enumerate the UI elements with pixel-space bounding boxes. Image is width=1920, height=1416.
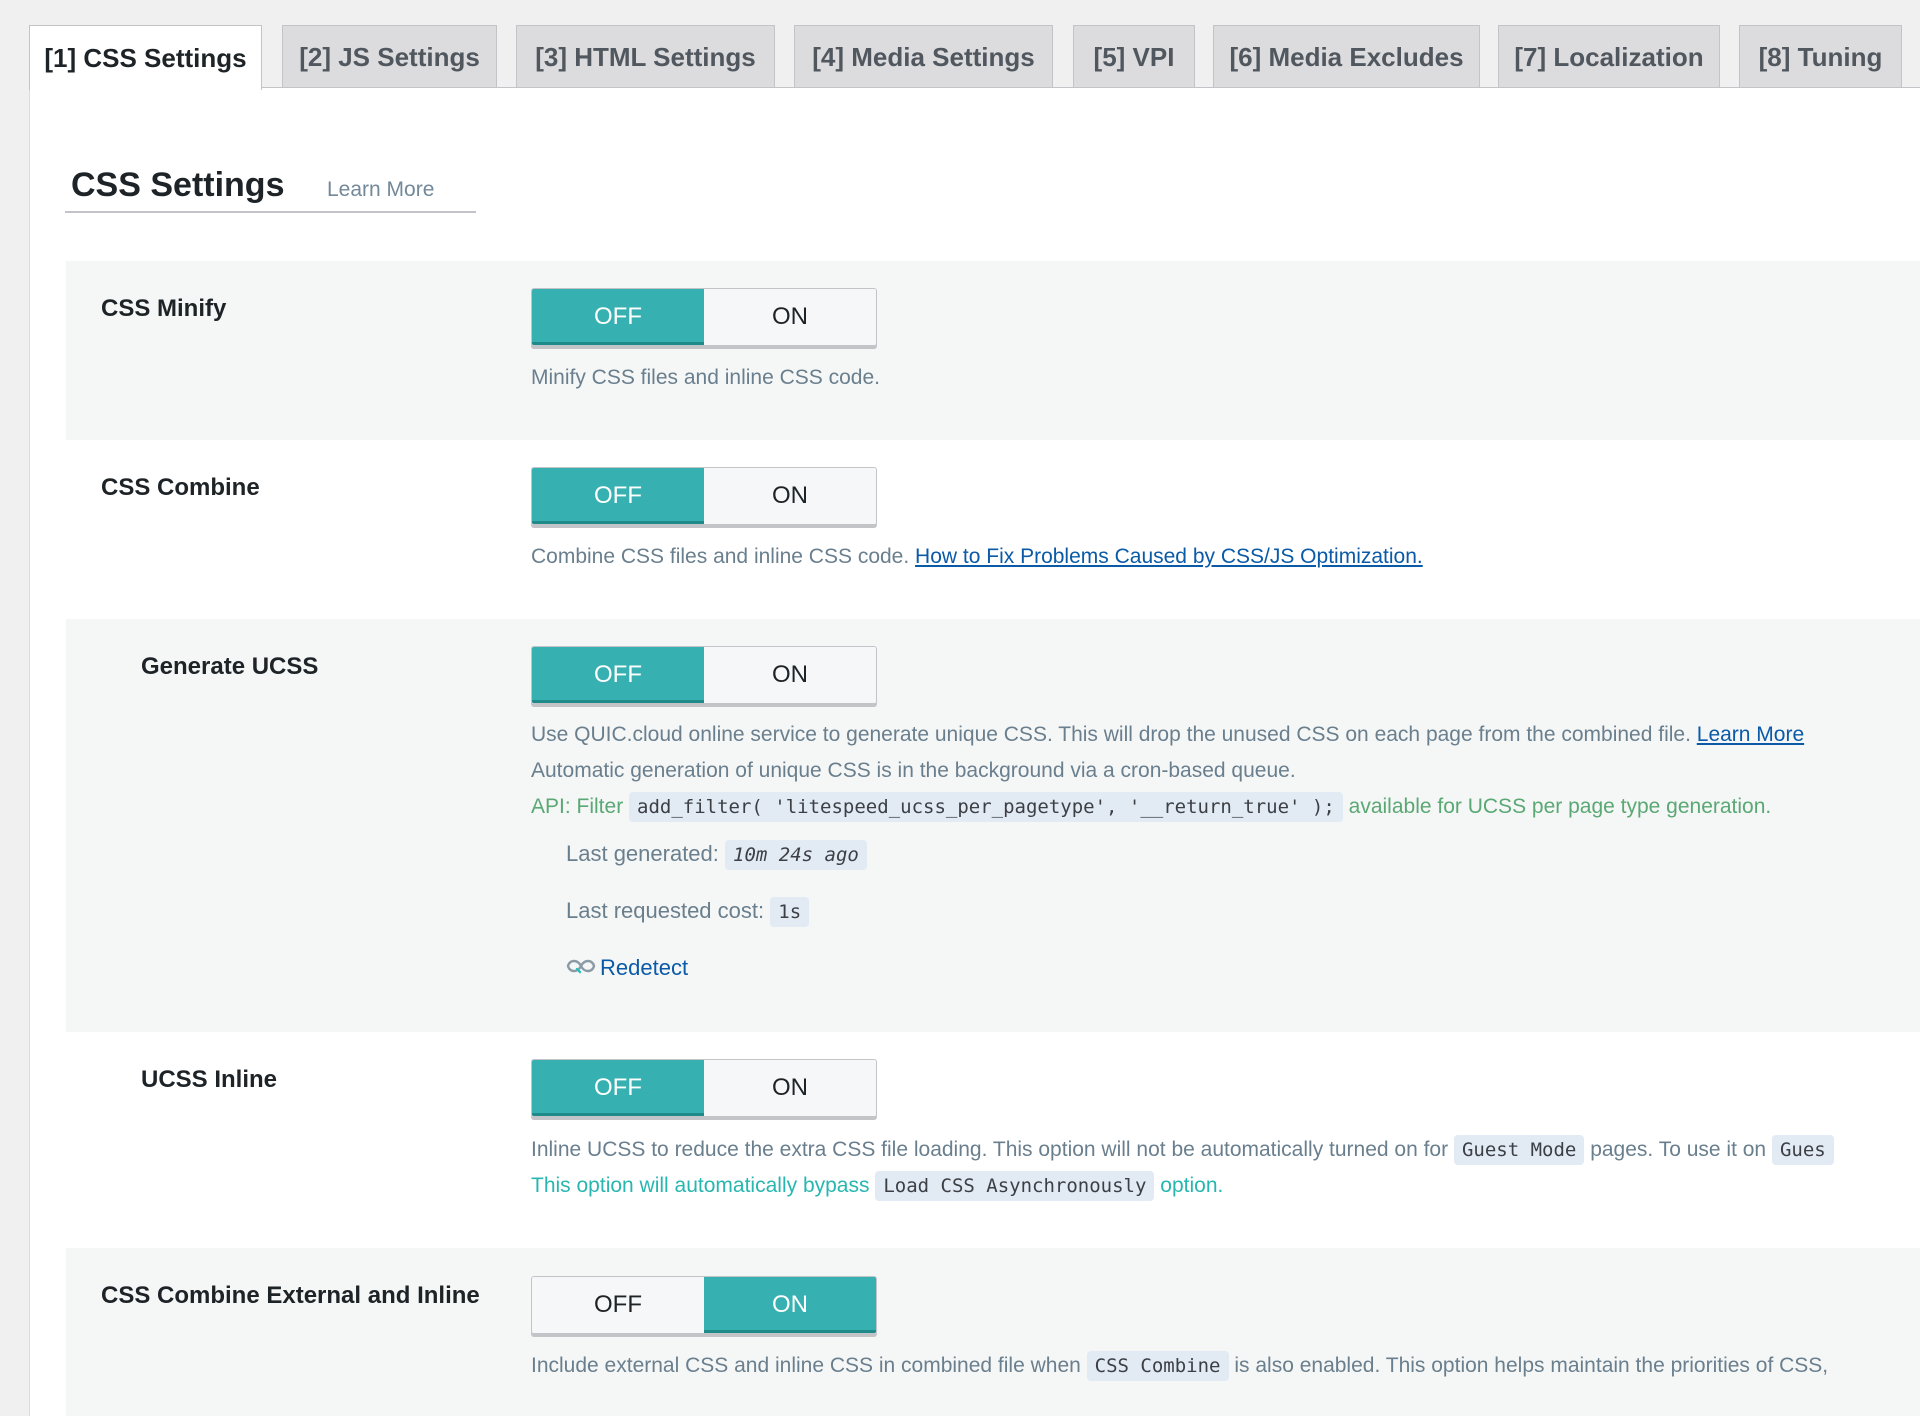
- setting-description: Combine CSS files and inline CSS code. H…: [531, 539, 1423, 574]
- tab-media-settings[interactable]: [4] Media Settings: [794, 25, 1053, 88]
- page-title: CSS Settings: [71, 166, 285, 204]
- fix-problems-link[interactable]: How to Fix Problems Caused by CSS/JS Opt…: [915, 545, 1423, 568]
- ucss-learn-more-link[interactable]: Learn More: [1697, 723, 1804, 746]
- tab-tuning[interactable]: [8] Tuning: [1739, 25, 1902, 88]
- setting-row-ucss-inline: UCSS Inline OFF ON Inline UCSS to reduce…: [66, 1032, 1920, 1248]
- setting-label: CSS Combine: [101, 474, 260, 501]
- setting-label: Generate UCSS: [141, 653, 319, 680]
- bypass-note: This option will automatically bypass Lo…: [531, 1168, 1223, 1204]
- toggle-on-option[interactable]: ON: [704, 289, 876, 345]
- tab-localization[interactable]: [7] Localization: [1498, 25, 1720, 88]
- css-combine-external-inline-toggle[interactable]: OFF ON: [531, 1276, 877, 1334]
- last-cost-value: 1s: [770, 897, 810, 927]
- guest-mode-code: Guest Mode: [1453, 1135, 1585, 1165]
- ucss-inline-toggle[interactable]: OFF ON: [531, 1059, 877, 1117]
- load-css-async-code: Load CSS Asynchronously: [875, 1171, 1155, 1201]
- tab-js-settings[interactable]: [2] JS Settings: [282, 25, 497, 88]
- toggle-off-option[interactable]: OFF: [532, 289, 704, 345]
- description-text: is also enabled. This option helps maint…: [1234, 1354, 1829, 1377]
- description-text: Inline UCSS to reduce the extra CSS file…: [531, 1138, 1449, 1161]
- api-filter-code: add_filter( 'litespeed_ucss_per_pagetype…: [629, 792, 1343, 822]
- css-combine-code: CSS Combine: [1086, 1351, 1229, 1381]
- bypass-note-suffix: option.: [1160, 1174, 1224, 1197]
- toggle-off-option[interactable]: OFF: [532, 1277, 704, 1333]
- settings-tab-bar: [1] CSS Settings [2] JS Settings [3] HTM…: [0, 0, 1920, 90]
- redetect-label: Redetect: [600, 955, 689, 980]
- setting-row-css-combine-external-inline: CSS Combine External and Inline OFF ON I…: [66, 1248, 1920, 1416]
- last-generated-label: Last generated:: [566, 841, 719, 866]
- api-filter-note: API: Filter add_filter( 'litespeed_ucss_…: [531, 789, 1771, 825]
- css-combine-toggle[interactable]: OFF ON: [531, 467, 877, 525]
- cron-queue-note: Automatic generation of unique CSS is in…: [531, 759, 1296, 782]
- toggle-on-option[interactable]: ON: [704, 1277, 876, 1333]
- description-text: Combine CSS files and inline CSS code.: [531, 545, 910, 568]
- setting-label: CSS Minify: [101, 295, 227, 322]
- setting-description: Minify CSS files and inline CSS code.: [531, 366, 880, 389]
- last-cost-label: Last requested cost:: [566, 898, 765, 923]
- api-prefix: API: Filter: [531, 795, 624, 818]
- setting-row-css-minify: CSS Minify OFF ON Minify CSS files and i…: [66, 261, 1920, 440]
- redetect-button[interactable]: Redetect: [566, 955, 688, 981]
- css-minify-toggle[interactable]: OFF ON: [531, 288, 877, 346]
- last-generated-value: 10m 24s ago: [725, 840, 867, 870]
- description-text: Use QUIC.cloud online service to generat…: [531, 723, 1691, 746]
- last-generated: Last generated: 10m 24s ago: [566, 840, 867, 870]
- tab-vpi[interactable]: [5] VPI: [1073, 25, 1195, 88]
- toggle-off-option[interactable]: OFF: [532, 647, 704, 703]
- last-requested-cost: Last requested cost: 1s: [566, 897, 810, 927]
- setting-row-css-combine: CSS Combine OFF ON Combine CSS files and…: [66, 440, 1920, 619]
- guest-code-truncated: Gues: [1771, 1135, 1834, 1165]
- tab-html-settings[interactable]: [3] HTML Settings: [516, 25, 775, 88]
- toggle-off-option[interactable]: OFF: [532, 1060, 704, 1116]
- description-text: pages. To use it on: [1590, 1138, 1767, 1161]
- toggle-off-option[interactable]: OFF: [532, 468, 704, 524]
- setting-label: UCSS Inline: [141, 1066, 278, 1093]
- setting-row-generate-ucss: Generate UCSS OFF ON Use QUIC.cloud onli…: [66, 619, 1920, 1032]
- tab-css-settings[interactable]: [1] CSS Settings: [29, 25, 262, 90]
- section-heading: CSS Settings Learn More: [65, 160, 476, 213]
- learn-more-link[interactable]: Learn More: [327, 178, 434, 202]
- setting-description: Include external CSS and inline CSS in c…: [531, 1348, 1828, 1384]
- toggle-on-option[interactable]: ON: [704, 468, 876, 524]
- quic-cloud-loop-icon: [566, 957, 596, 980]
- tab-media-excludes[interactable]: [6] Media Excludes: [1213, 25, 1480, 88]
- toggle-on-option[interactable]: ON: [704, 1060, 876, 1116]
- api-suffix: available for UCSS per page type generat…: [1348, 795, 1772, 818]
- toggle-on-option[interactable]: ON: [704, 647, 876, 703]
- setting-description: Inline UCSS to reduce the extra CSS file…: [531, 1132, 1834, 1168]
- description-text: Include external CSS and inline CSS in c…: [531, 1354, 1081, 1377]
- generate-ucss-toggle[interactable]: OFF ON: [531, 646, 877, 704]
- bypass-note-text: This option will automatically bypass: [531, 1174, 870, 1197]
- setting-label: CSS Combine External and Inline: [101, 1282, 480, 1309]
- setting-description: Use QUIC.cloud online service to generat…: [531, 717, 1804, 752]
